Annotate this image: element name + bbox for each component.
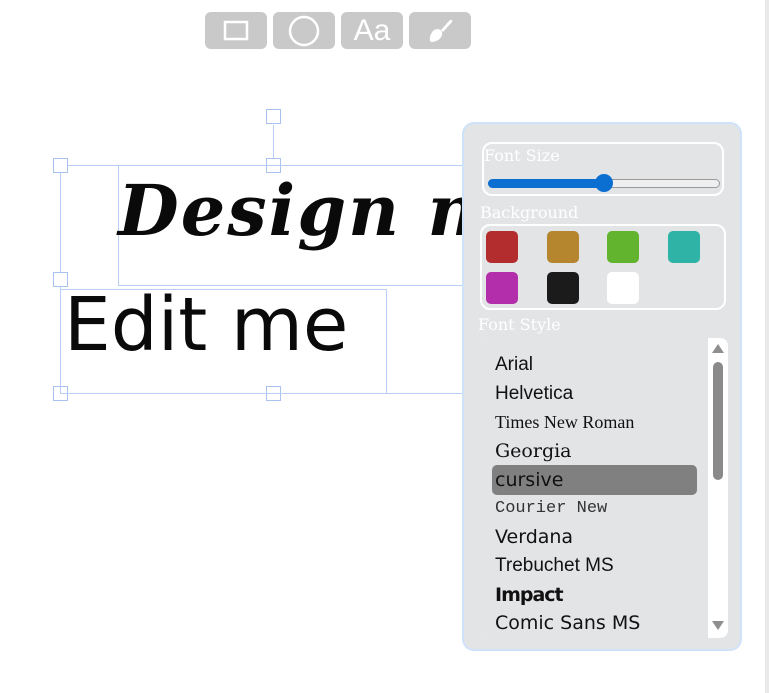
background-swatch[interactable]	[607, 272, 639, 304]
scroll-thumb[interactable]	[713, 362, 723, 480]
font-option[interactable]: Comic Sans MS	[494, 608, 695, 638]
paint-brush-icon	[429, 19, 453, 42]
background-swatch[interactable]	[667, 231, 700, 263]
canvas-text-edit-me[interactable]: Edit me	[64, 288, 348, 362]
rectangle-icon	[223, 20, 249, 40]
background-swatch[interactable]	[546, 231, 579, 263]
style-panel: Font Size Background Font Style Arial Hel…	[462, 122, 742, 651]
font-list-scrollbar[interactable]	[708, 338, 728, 638]
circle-tool-button[interactable]	[273, 12, 335, 49]
font-option[interactable]: Courier New	[494, 494, 695, 524]
font-size-slider-thumb[interactable]	[595, 174, 613, 192]
font-option[interactable]: Times New Roman	[494, 407, 695, 437]
font-size-label: Font Size	[484, 146, 560, 165]
text-tool-button[interactable]: Aa	[341, 12, 403, 49]
scroll-up-arrow-icon[interactable]	[712, 344, 724, 353]
paint-tool-button[interactable]	[409, 12, 471, 49]
scroll-down-arrow-icon[interactable]	[712, 621, 724, 630]
font-size-slider-fill	[488, 179, 604, 188]
background-swatch[interactable]	[486, 231, 518, 263]
font-style-list[interactable]: Arial Helvetica Times New Roman Georgia curs…	[480, 338, 728, 638]
font-option[interactable]: cursive	[492, 464, 697, 495]
font-option[interactable]: Impact	[494, 580, 695, 610]
font-option[interactable]: Helvetica	[494, 379, 695, 409]
toolbar: Aa	[205, 12, 471, 49]
font-option[interactable]: Arial	[494, 350, 695, 380]
resize-handle-top-left[interactable]	[53, 158, 68, 173]
background-swatch[interactable]	[607, 231, 639, 263]
font-option[interactable]: Georgia	[494, 436, 695, 466]
font-option[interactable]: Verdana	[494, 522, 695, 552]
font-option[interactable]: Trebuchet MS	[494, 551, 695, 581]
circle-icon	[288, 15, 320, 46]
background-label: Background	[480, 203, 579, 222]
background-swatch[interactable]	[486, 272, 518, 304]
font-style-label: Font Style	[478, 315, 561, 334]
rotate-handle[interactable]	[266, 109, 281, 124]
rectangle-tool-button[interactable]	[205, 12, 267, 49]
text-icon: Aa	[353, 13, 391, 47]
background-swatch[interactable]	[546, 272, 579, 304]
window-edge	[765, 0, 769, 693]
